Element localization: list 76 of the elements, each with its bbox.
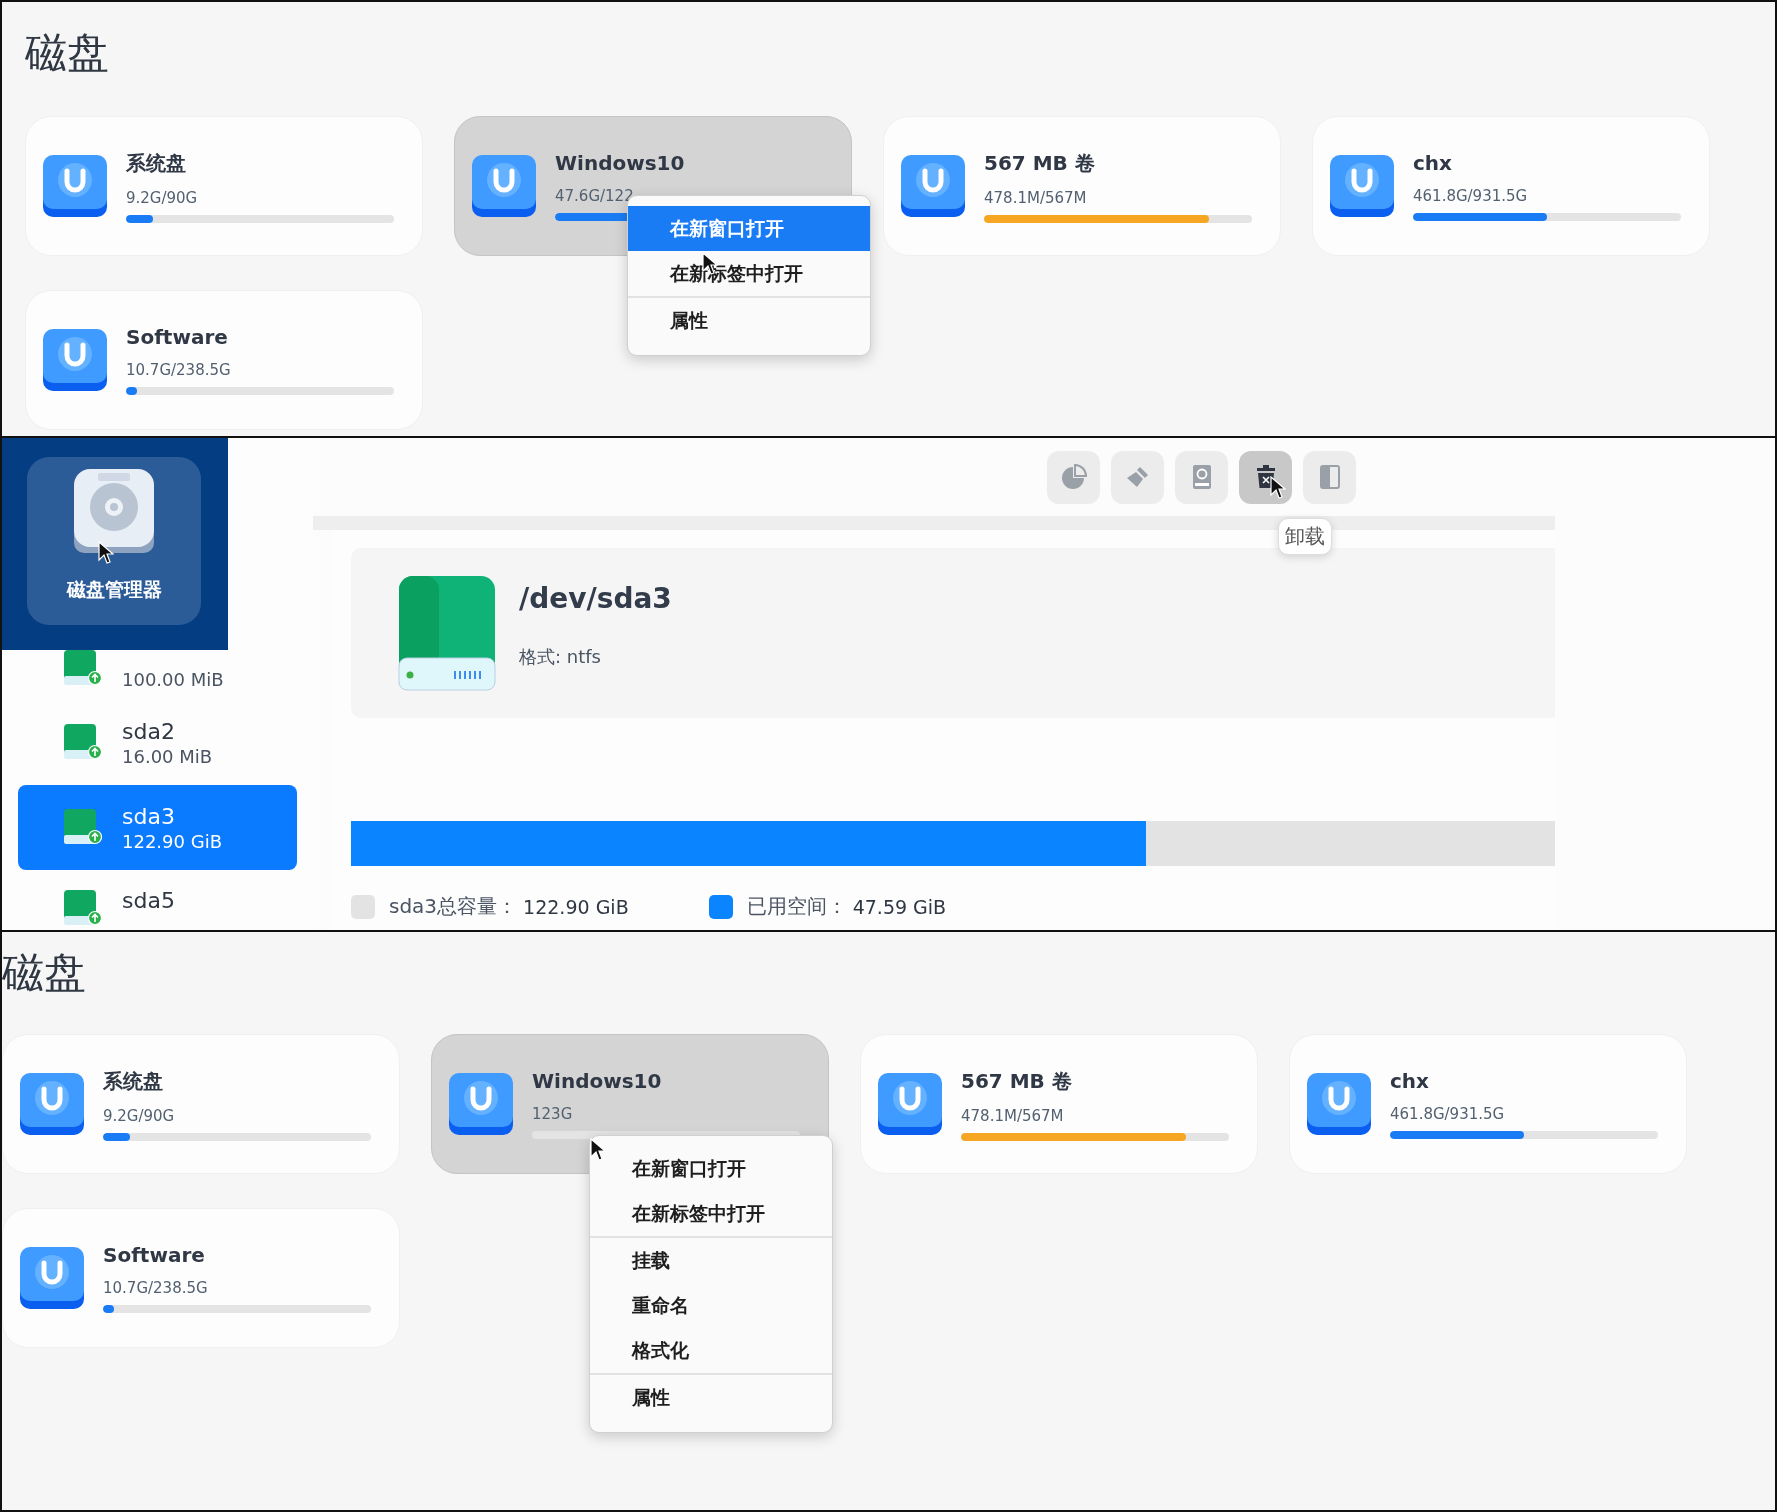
partition-name: sda5 [122, 888, 175, 913]
menu-item[interactable]: 在新窗口打开 [628, 206, 870, 251]
volume-usage: 10.7G/238.5G [126, 361, 231, 379]
menu-item[interactable]: 在新标签中打开 [590, 1191, 832, 1236]
partition-item[interactable]: 100.00 MiB [18, 650, 297, 700]
volume-name: 567 MB 卷 [984, 149, 1095, 177]
volume-usage: 9.2G/90G [103, 1106, 175, 1125]
pie-button[interactable] [1047, 450, 1100, 504]
partition-size: 122.90 GiB [122, 830, 222, 852]
legend-value: 47.59 GiB [852, 895, 947, 918]
cursor-icon [98, 541, 114, 565]
volume-card[interactable]: 567 MB 卷 478.1M/567M [860, 1034, 1258, 1174]
volume-card[interactable]: chx 461.8G/931.5G [1289, 1034, 1687, 1174]
volume-name: Software [103, 1243, 205, 1267]
drive-icon [471, 153, 537, 219]
volume-usage: 9.2G/90G [126, 188, 198, 207]
format-label: 格式: ntfs [519, 645, 602, 669]
drive-icon [62, 888, 102, 926]
split-button[interactable] [1303, 450, 1356, 504]
partition-item[interactable]: sda5 [18, 870, 297, 926]
drive-icon [397, 574, 497, 692]
menu-item[interactable]: 属性 [590, 1373, 832, 1420]
menu-item[interactable]: 格式化 [590, 1328, 832, 1373]
brush-button[interactable] [1111, 450, 1164, 504]
tooltip: 卸载 [1278, 518, 1332, 555]
unmount-button[interactable] [1239, 450, 1292, 504]
volume-card[interactable]: 567 MB 卷 478.1M/567M [883, 116, 1281, 256]
drive-icon [42, 153, 108, 219]
drive-icon [1329, 153, 1395, 219]
volume-name: chx [1413, 151, 1452, 175]
drive-icon [877, 1071, 943, 1137]
volume-card[interactable]: Software 10.7G/238.5G [25, 290, 423, 430]
drive-icon [900, 153, 966, 219]
volume-usage: 10.7G/238.5G [103, 1279, 208, 1297]
app-name: 磁盘管理器 [66, 577, 162, 602]
drive-icon [448, 1071, 514, 1137]
device-path: /dev/sda3 [519, 582, 672, 615]
volume-card[interactable]: 系统盘 9.2G/90G [25, 116, 423, 256]
volume-usage: 47.6G/122 [555, 187, 634, 205]
menu-item[interactable]: 属性 [628, 296, 870, 343]
partition-name: sda2 [122, 718, 176, 744]
partition-size: 100.00 MiB [122, 669, 224, 690]
volume-usage: 123G [532, 1105, 573, 1123]
legend-value: 122.90 GiB [523, 895, 629, 918]
partition-item[interactable]: sda2 16.00 MiB [18, 700, 297, 785]
menu-item[interactable]: 重命名 [590, 1283, 832, 1328]
volume-usage: 478.1M/567M [984, 188, 1087, 207]
drive-icon [42, 327, 108, 393]
volume-usage: 461.8G/931.5G [1390, 1105, 1505, 1123]
app-launcher-tile[interactable]: 磁盘管理器 [27, 457, 201, 625]
volume-name: 567 MB 卷 [961, 1067, 1072, 1095]
legend-label: 已用空间： [746, 893, 847, 920]
drive-icon [19, 1071, 85, 1137]
page-title: 磁盘 [25, 32, 110, 79]
volume-usage: 478.1M/567M [961, 1106, 1064, 1125]
drive-icon [1306, 1071, 1372, 1137]
partition-item[interactable]: sda3 122.90 GiB [18, 785, 297, 870]
volume-usage: 461.8G/931.5G [1413, 187, 1528, 205]
volume-name: Software [126, 325, 228, 349]
menu-item[interactable]: 挂载 [590, 1236, 832, 1283]
page-title: 磁盘 [2, 952, 87, 999]
cursor-icon [1270, 476, 1286, 500]
volume-name: Windows10 [532, 1069, 662, 1093]
volume-card[interactable]: chx 461.8G/931.5G [1312, 116, 1710, 256]
volume-name: 系统盘 [103, 1067, 163, 1095]
volume-name: Windows10 [555, 151, 685, 175]
volume-name: 系统盘 [126, 149, 186, 177]
volume-card[interactable]: Software 10.7G/238.5G [2, 1208, 400, 1348]
legend-label: sda3总容量： [389, 893, 518, 920]
partition-size: 16.00 MiB [122, 745, 213, 767]
drive-icon [19, 1245, 85, 1311]
refresh-button[interactable] [1175, 450, 1228, 504]
partition-name: sda3 [122, 803, 176, 829]
pie-chart-icon [1059, 463, 1088, 491]
volume-name: chx [1390, 1069, 1429, 1093]
volume-card[interactable]: 系统盘 9.2G/90G [2, 1034, 400, 1174]
